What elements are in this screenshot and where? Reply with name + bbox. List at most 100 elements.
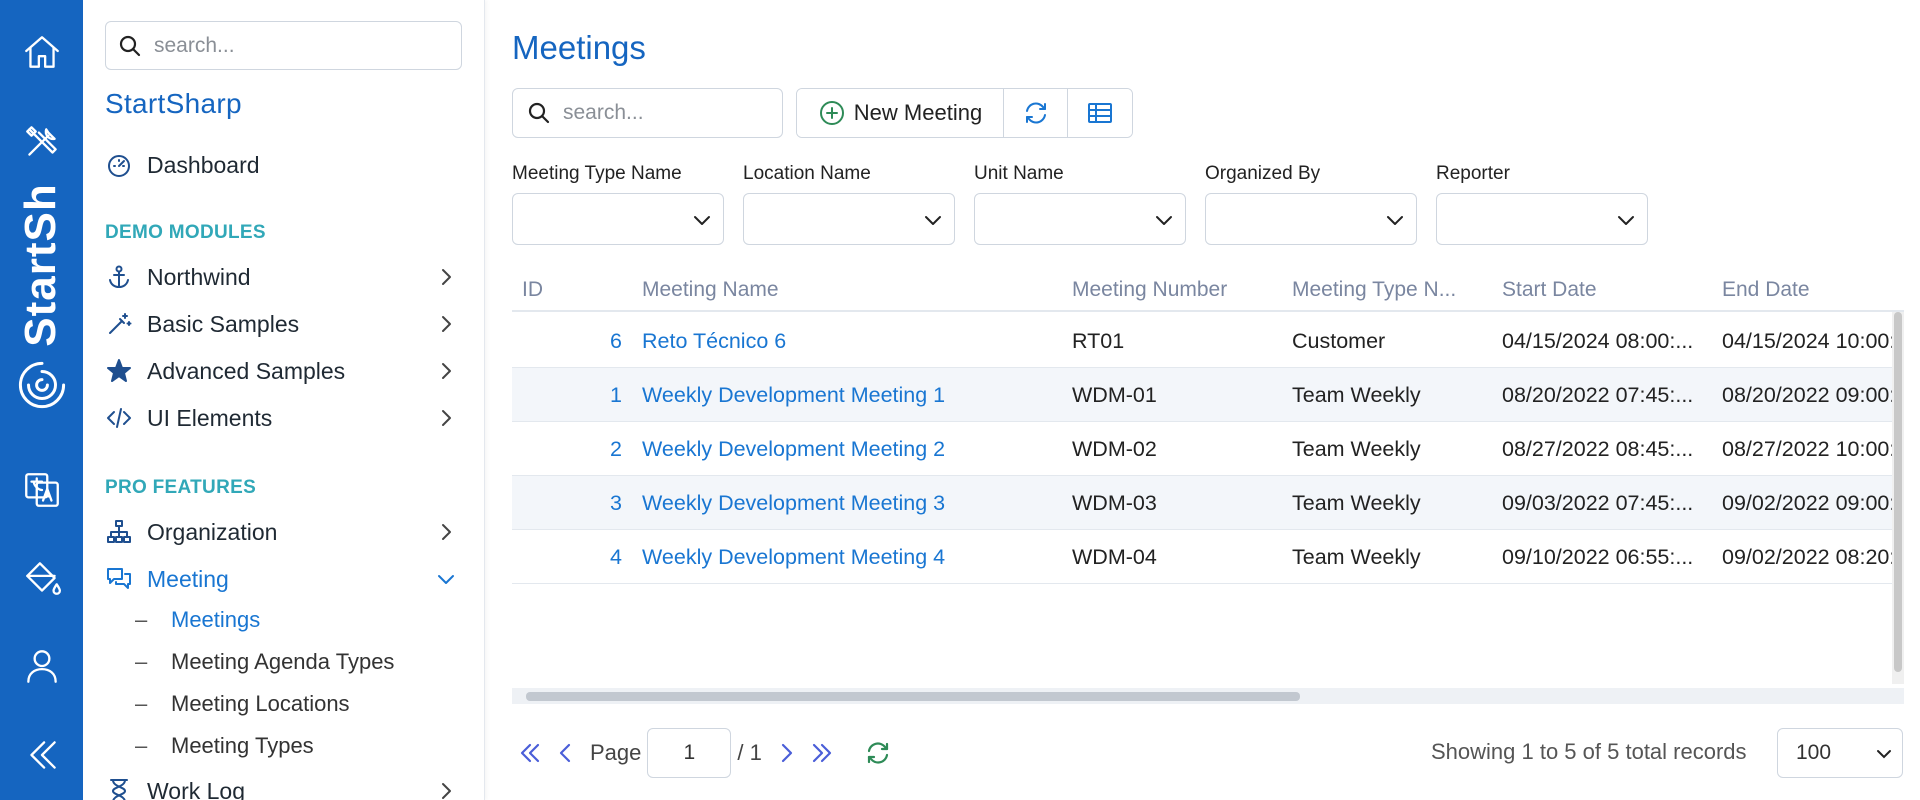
sidebar-search-input[interactable]: search...: [105, 21, 462, 70]
filter-select[interactable]: [743, 193, 955, 245]
vertical-scrollbar[interactable]: [1892, 312, 1904, 684]
cell-meeting-name[interactable]: Weekly Development Meeting 2: [642, 437, 1052, 462]
code-icon: [105, 404, 133, 432]
cell-id[interactable]: 3: [512, 491, 622, 516]
table-row[interactable]: 4 Weekly Development Meeting 4 WDM-04 Te…: [512, 530, 1892, 584]
sidebar-subitem-meeting-types[interactable]: – Meeting Types: [135, 729, 314, 763]
sidebar-item-meeting[interactable]: Meeting: [105, 559, 465, 599]
dash-marker: –: [135, 733, 148, 758]
sidebar-item-basic-samples[interactable]: Basic Samples: [105, 304, 465, 344]
cell-start-date: 08/20/2022 07:45:...: [1502, 383, 1694, 407]
collapse-icon[interactable]: [0, 725, 83, 785]
sidebar-search-placeholder: search...: [154, 33, 235, 57]
table-row[interactable]: 1 Weekly Development Meeting 1 WDM-01 Te…: [512, 368, 1892, 422]
column-header-meeting-type-name[interactable]: Meeting Type N...: [1292, 278, 1456, 302]
cell-meeting-name[interactable]: Weekly Development Meeting 3: [642, 491, 1052, 516]
sidebar-subitem-meeting-locations[interactable]: – Meeting Locations: [135, 687, 350, 721]
cell-meeting-number: WDM-03: [1072, 491, 1157, 515]
cell-start-date: 09/10/2022 06:55:...: [1502, 545, 1694, 569]
next-page-icon[interactable]: [768, 735, 804, 771]
table-row[interactable]: 3 Weekly Development Meeting 3 WDM-03 Te…: [512, 476, 1892, 530]
sidebar-brand[interactable]: StartSharp: [105, 88, 242, 120]
home-icon[interactable]: [0, 22, 83, 82]
rail-brand: StartSh: [16, 183, 65, 347]
grid-header: ID Meeting Name Meeting Number Meeting T…: [512, 268, 1904, 312]
scrollbar-thumb[interactable]: [526, 692, 1300, 701]
chevron-right-icon: [435, 521, 457, 543]
cell-meeting-type: Customer: [1292, 329, 1386, 353]
org-chart-icon: [105, 518, 133, 546]
filter-reporter: Reporter: [1436, 163, 1648, 245]
prev-page-icon[interactable]: [548, 735, 584, 771]
first-page-icon[interactable]: [512, 735, 548, 771]
filter-select[interactable]: [974, 193, 1186, 245]
user-icon[interactable]: [0, 636, 83, 696]
column-header-meeting-number[interactable]: Meeting Number: [1072, 278, 1227, 302]
cell-start-date: 09/03/2022 07:45:...: [1502, 491, 1694, 515]
cell-id[interactable]: 6: [512, 329, 622, 354]
page-size-value: 100: [1796, 741, 1832, 764]
cell-id[interactable]: 2: [512, 437, 622, 462]
column-header-start-date[interactable]: Start Date: [1502, 278, 1597, 302]
horizontal-scrollbar[interactable]: [512, 688, 1904, 704]
filter-label: Reporter: [1436, 163, 1510, 184]
filter-label: Location Name: [743, 163, 871, 184]
cell-id[interactable]: 1: [512, 383, 622, 408]
table-row[interactable]: 6 Reto Técnico 6 RT01 Customer 04/15/202…: [512, 314, 1892, 368]
paint-bucket-icon[interactable]: [0, 548, 83, 608]
dash-marker: –: [135, 607, 148, 632]
sidebar-item-ui-elements[interactable]: UI Elements: [105, 398, 465, 438]
page-size-select[interactable]: 100: [1777, 728, 1903, 778]
table-row[interactable]: 2 Weekly Development Meeting 2 WDM-02 Te…: [512, 422, 1892, 476]
sidebar-item-dashboard[interactable]: Dashboard: [105, 145, 465, 185]
column-header-end-date[interactable]: End Date: [1722, 278, 1810, 302]
chevron-down-icon: [694, 216, 710, 225]
cell-meeting-name[interactable]: Weekly Development Meeting 1: [642, 383, 1052, 408]
sidebar-item-northwind[interactable]: Northwind: [105, 257, 465, 297]
column-picker-button[interactable]: [1068, 89, 1132, 137]
logo-icon: [0, 355, 83, 415]
refresh-button[interactable]: [1004, 89, 1068, 137]
cell-end-date: 09/02/2022 08:20:...: [1722, 545, 1892, 569]
cell-end-date: 09/02/2022 09:00:...: [1722, 491, 1892, 515]
scrollbar-thumb[interactable]: [1894, 312, 1902, 672]
chevron-down-icon: [1618, 216, 1634, 225]
cell-meeting-number: WDM-01: [1072, 383, 1157, 407]
cell-meeting-name[interactable]: Weekly Development Meeting 4: [642, 545, 1052, 570]
cell-meeting-number: WDM-02: [1072, 437, 1157, 461]
last-page-icon[interactable]: [804, 735, 840, 771]
sidebar-subitem-meeting-agenda-types[interactable]: – Meeting Agenda Types: [135, 645, 394, 679]
filter-select[interactable]: [512, 193, 724, 245]
chevron-down-icon: [925, 216, 941, 225]
new-meeting-button[interactable]: New Meeting: [797, 89, 1004, 137]
sidebar-subitem-meetings[interactable]: – Meetings: [135, 603, 260, 637]
filter-select[interactable]: [1205, 193, 1417, 245]
main-content: Meetings search... New Meeting Meeting T…: [485, 0, 1920, 800]
page-number-input[interactable]: 1: [647, 728, 732, 778]
cell-end-date: 04/15/2024 10:00:...: [1722, 329, 1892, 353]
cell-meeting-name[interactable]: Reto Técnico 6: [642, 329, 1052, 354]
sidebar-item-label: Organization: [147, 518, 278, 545]
cell-meeting-type: Team Weekly: [1292, 545, 1421, 569]
sidebar-item-advanced-samples[interactable]: Advanced Samples: [105, 351, 465, 391]
column-header-meeting-name[interactable]: Meeting Name: [642, 278, 779, 302]
sidebar-item-organization[interactable]: Organization: [105, 512, 465, 552]
sidebar-item-work-log[interactable]: Work Log: [105, 771, 465, 800]
refresh-icon[interactable]: [860, 735, 896, 771]
filter-location-name: Location Name: [743, 163, 955, 245]
chevron-right-icon: [435, 780, 457, 800]
table-icon: [1088, 103, 1112, 123]
cell-id[interactable]: 4: [512, 545, 622, 570]
cell-meeting-type: Team Weekly: [1292, 383, 1421, 407]
column-header-id[interactable]: ID: [522, 278, 543, 302]
sidebar-item-label: Northwind: [147, 263, 251, 290]
translate-icon[interactable]: [0, 460, 83, 520]
search-icon: [119, 35, 141, 56]
filter-select[interactable]: [1436, 193, 1648, 245]
cell-meeting-number: RT01: [1072, 329, 1125, 353]
tools-icon[interactable]: [0, 112, 83, 172]
page-total: / 1: [737, 740, 762, 765]
section-pro-features: PRO FEATURES: [105, 477, 257, 498]
filter-label: Organized By: [1205, 163, 1321, 184]
grid-search-input[interactable]: search...: [512, 88, 783, 138]
